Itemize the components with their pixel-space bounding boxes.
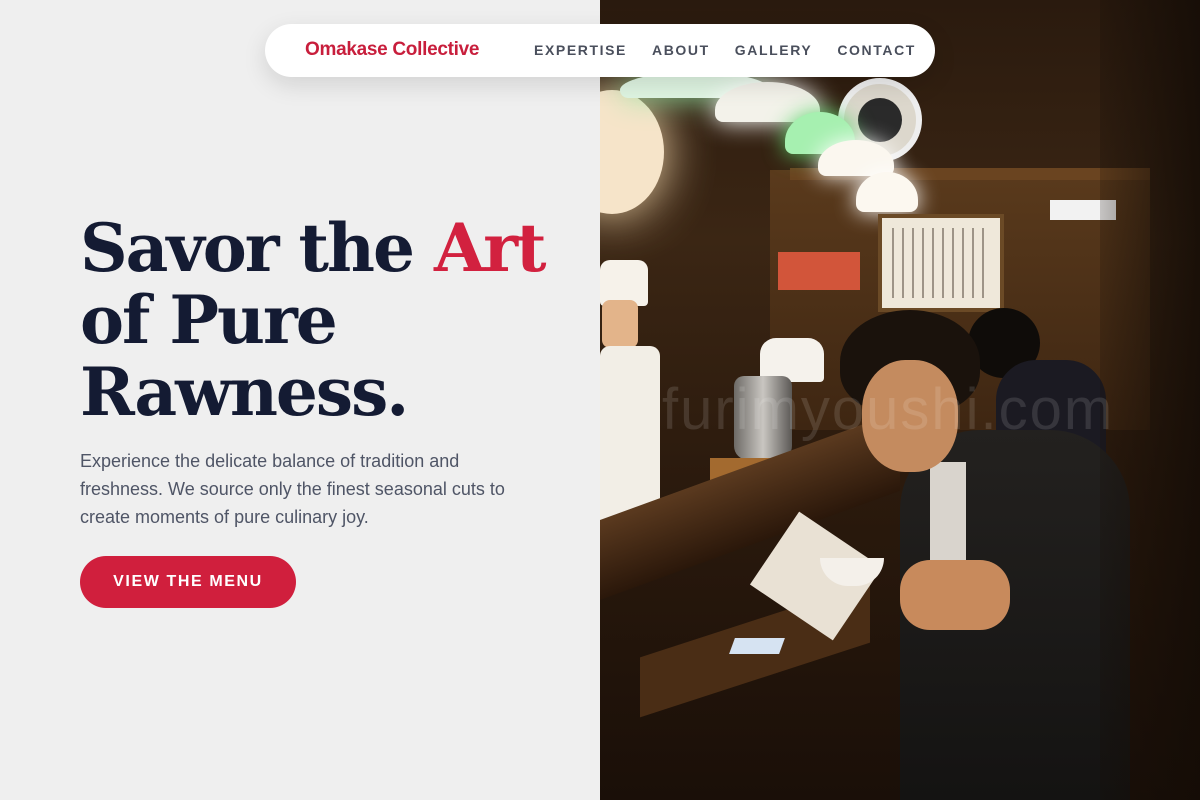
nav-link-about[interactable]: ABOUT [652, 42, 710, 58]
headline-line3: Rawness. [80, 353, 409, 431]
photo-red-sign [778, 252, 860, 290]
photo-watermark: furimyoushi.com [662, 377, 1115, 442]
headline-line2: of Pure [80, 281, 338, 359]
nav-links: EXPERTISE ABOUT GALLERY CONTACT [534, 42, 916, 58]
hero-headline: Savor the Art of Pure Rawness. [80, 212, 580, 428]
photo-menu-poster [878, 214, 1004, 312]
hero-subtitle: Experience the delicate balance of tradi… [80, 451, 505, 527]
nav-link-contact[interactable]: CONTACT [837, 42, 916, 58]
photo-chef-face [602, 300, 638, 348]
headline-accent-word: Art [434, 209, 546, 287]
nav-link-gallery[interactable]: GALLERY [735, 42, 813, 58]
restaurant-photo: furimyoushi.com [600, 0, 1200, 800]
view-menu-button[interactable]: VIEW THE MENU [80, 556, 296, 608]
photo-paper-lantern [600, 90, 664, 214]
top-navigation: Omakase Collective EXPERTISE ABOUT GALLE… [265, 24, 935, 77]
photo-shadow [1100, 0, 1200, 800]
brand-logo-link[interactable]: Omakase Collective [305, 39, 479, 61]
photo-phone [729, 638, 785, 654]
headline-line1-prefix: Savor the [80, 209, 434, 287]
nav-link-expertise[interactable]: EXPERTISE [534, 42, 627, 58]
photo-diner-hand [900, 560, 1010, 630]
hero-left-panel: Savor the Art of Pure Rawness. Experienc… [0, 0, 600, 800]
